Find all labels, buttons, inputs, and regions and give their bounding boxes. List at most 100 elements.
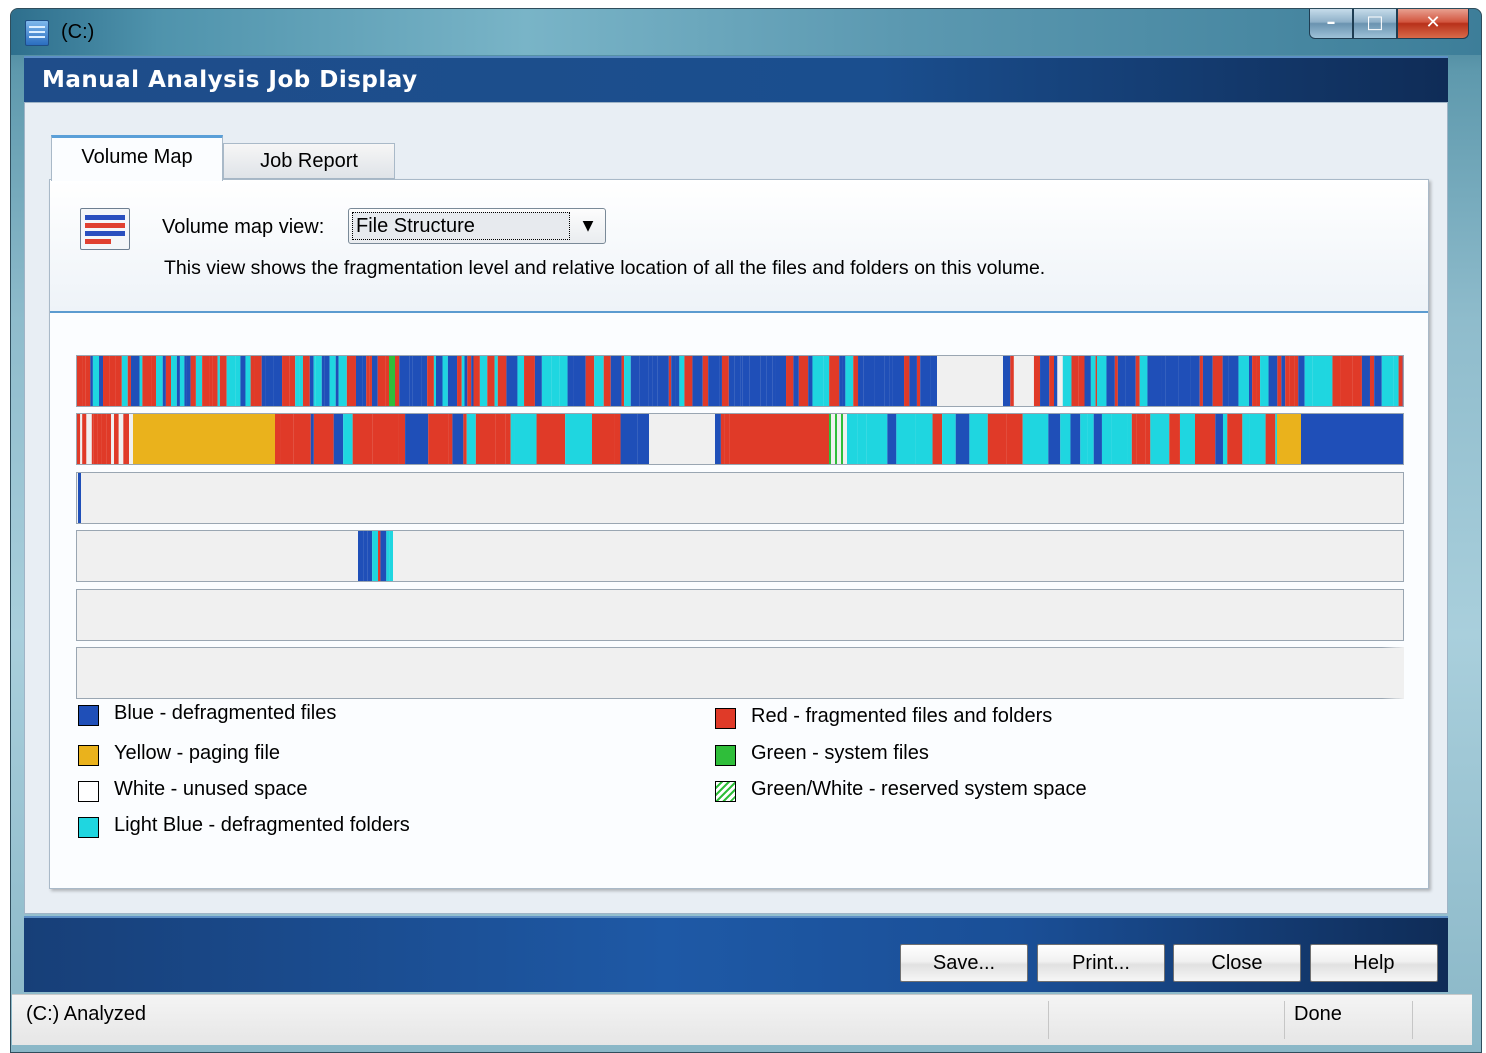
cluster-segment [226, 356, 236, 406]
cluster-segment [324, 356, 330, 406]
cluster-segment [639, 356, 649, 406]
map-row-3 [76, 472, 1404, 524]
cluster-segment [358, 531, 364, 581]
reserved-segment [835, 414, 837, 464]
close-button[interactable]: Close [1173, 944, 1301, 982]
cluster-segment [91, 414, 94, 464]
fragmented-segment [733, 414, 829, 464]
cluster-segment [1285, 356, 1290, 406]
cluster-segment [139, 356, 143, 406]
cluster-segment [1228, 356, 1239, 406]
cluster-segment [1212, 356, 1223, 406]
content-area: Volume Map Job Report Volume map view: F… [24, 102, 1448, 914]
cluster-segment [254, 356, 262, 406]
cluster-segment [313, 414, 334, 464]
tab-volume-map[interactable]: Volume Map [51, 135, 223, 181]
cluster-segment [195, 356, 203, 406]
defragmented-segment [78, 473, 81, 523]
reserved-segment [829, 414, 831, 464]
cluster-segment [1169, 414, 1180, 464]
cluster-segment [534, 356, 542, 406]
cluster-segment [428, 414, 449, 464]
cluster-segment [103, 356, 110, 406]
cluster-segment [245, 356, 251, 406]
cluster-segment [309, 356, 314, 406]
reserved-segment [844, 414, 846, 464]
cluster-segment [1312, 356, 1326, 406]
cluster-segment [1111, 414, 1128, 464]
cluster-segment [1139, 356, 1148, 406]
print-button[interactable]: Print... [1037, 944, 1165, 982]
help-button[interactable]: Help [1310, 944, 1438, 982]
cluster-segment [1260, 356, 1269, 406]
cluster-segment [497, 356, 507, 406]
legend-label: Yellow - paging file [114, 742, 281, 764]
cluster-segment [585, 356, 595, 406]
cluster-segment [109, 356, 116, 406]
cluster-segment [97, 414, 102, 464]
cluster-segment [675, 356, 680, 406]
cluster-segment [668, 356, 672, 406]
cluster-segment [1131, 414, 1137, 464]
cluster-segment [559, 356, 568, 406]
cluster-segment [904, 356, 910, 406]
close-window-button[interactable]: ✕ [1397, 9, 1469, 39]
cluster-segment [1398, 356, 1403, 406]
title-bar[interactable]: (C:) – □ ✕ [11, 9, 1481, 55]
cluster-segment [386, 531, 390, 581]
legend-label: Blue - defragmented files [114, 702, 337, 724]
cluster-segment [313, 356, 316, 406]
cluster-segment [101, 414, 107, 464]
cluster-segment [494, 356, 498, 406]
map-row-4-stripes [358, 531, 393, 581]
legend-label: Green - system files [751, 742, 929, 764]
cluster-segment [858, 356, 864, 406]
cluster-segment [775, 356, 787, 406]
cluster-segment [377, 356, 386, 406]
legend-swatch-hatch [715, 781, 736, 802]
cluster-segment [866, 414, 888, 464]
cluster-segment [896, 414, 916, 464]
cluster-segment [1325, 356, 1333, 406]
save-button[interactable]: Save... [900, 944, 1028, 982]
cluster-segment [884, 356, 890, 406]
cluster-segment [932, 414, 943, 464]
cluster-segment [471, 356, 474, 406]
reserved-segment [838, 414, 840, 464]
tab-job-report[interactable]: Job Report [223, 143, 395, 179]
cluster-segment [1178, 356, 1191, 406]
cluster-segment [630, 356, 640, 406]
cluster-segment [594, 356, 604, 406]
cluster-segment [915, 414, 933, 464]
cluster-segment [1048, 414, 1061, 464]
cluster-segment [541, 356, 552, 406]
cluster-segment [1101, 414, 1112, 464]
cluster-segment [77, 414, 81, 464]
cluster-segment [190, 356, 196, 406]
maximize-button[interactable]: □ [1353, 9, 1397, 39]
cluster-segment [85, 356, 91, 406]
cluster-segment [362, 356, 367, 406]
cluster-segment [798, 356, 809, 406]
cluster-segment [282, 356, 290, 406]
cluster-segment [909, 356, 917, 406]
cluster-segment [1150, 414, 1170, 464]
cluster-segment [1127, 414, 1132, 464]
cluster-segment [942, 414, 956, 464]
cluster-segment [749, 356, 761, 406]
cluster-segment [715, 414, 721, 464]
cluster-segment [121, 356, 128, 406]
map-row-6-stripes [77, 648, 1383, 699]
cluster-segment [652, 356, 658, 406]
cluster-segment [524, 356, 535, 406]
cluster-segment [808, 356, 813, 406]
view-select[interactable]: File Structure ▼ [348, 208, 606, 244]
cluster-segment [463, 414, 467, 464]
cluster-segment [724, 414, 730, 464]
cluster-segment [162, 356, 166, 406]
cluster-segment [887, 414, 897, 464]
minimize-button[interactable]: – [1309, 9, 1353, 39]
map-row-1 [76, 355, 1404, 407]
cluster-segment [684, 356, 693, 406]
legend-swatch [78, 705, 99, 726]
